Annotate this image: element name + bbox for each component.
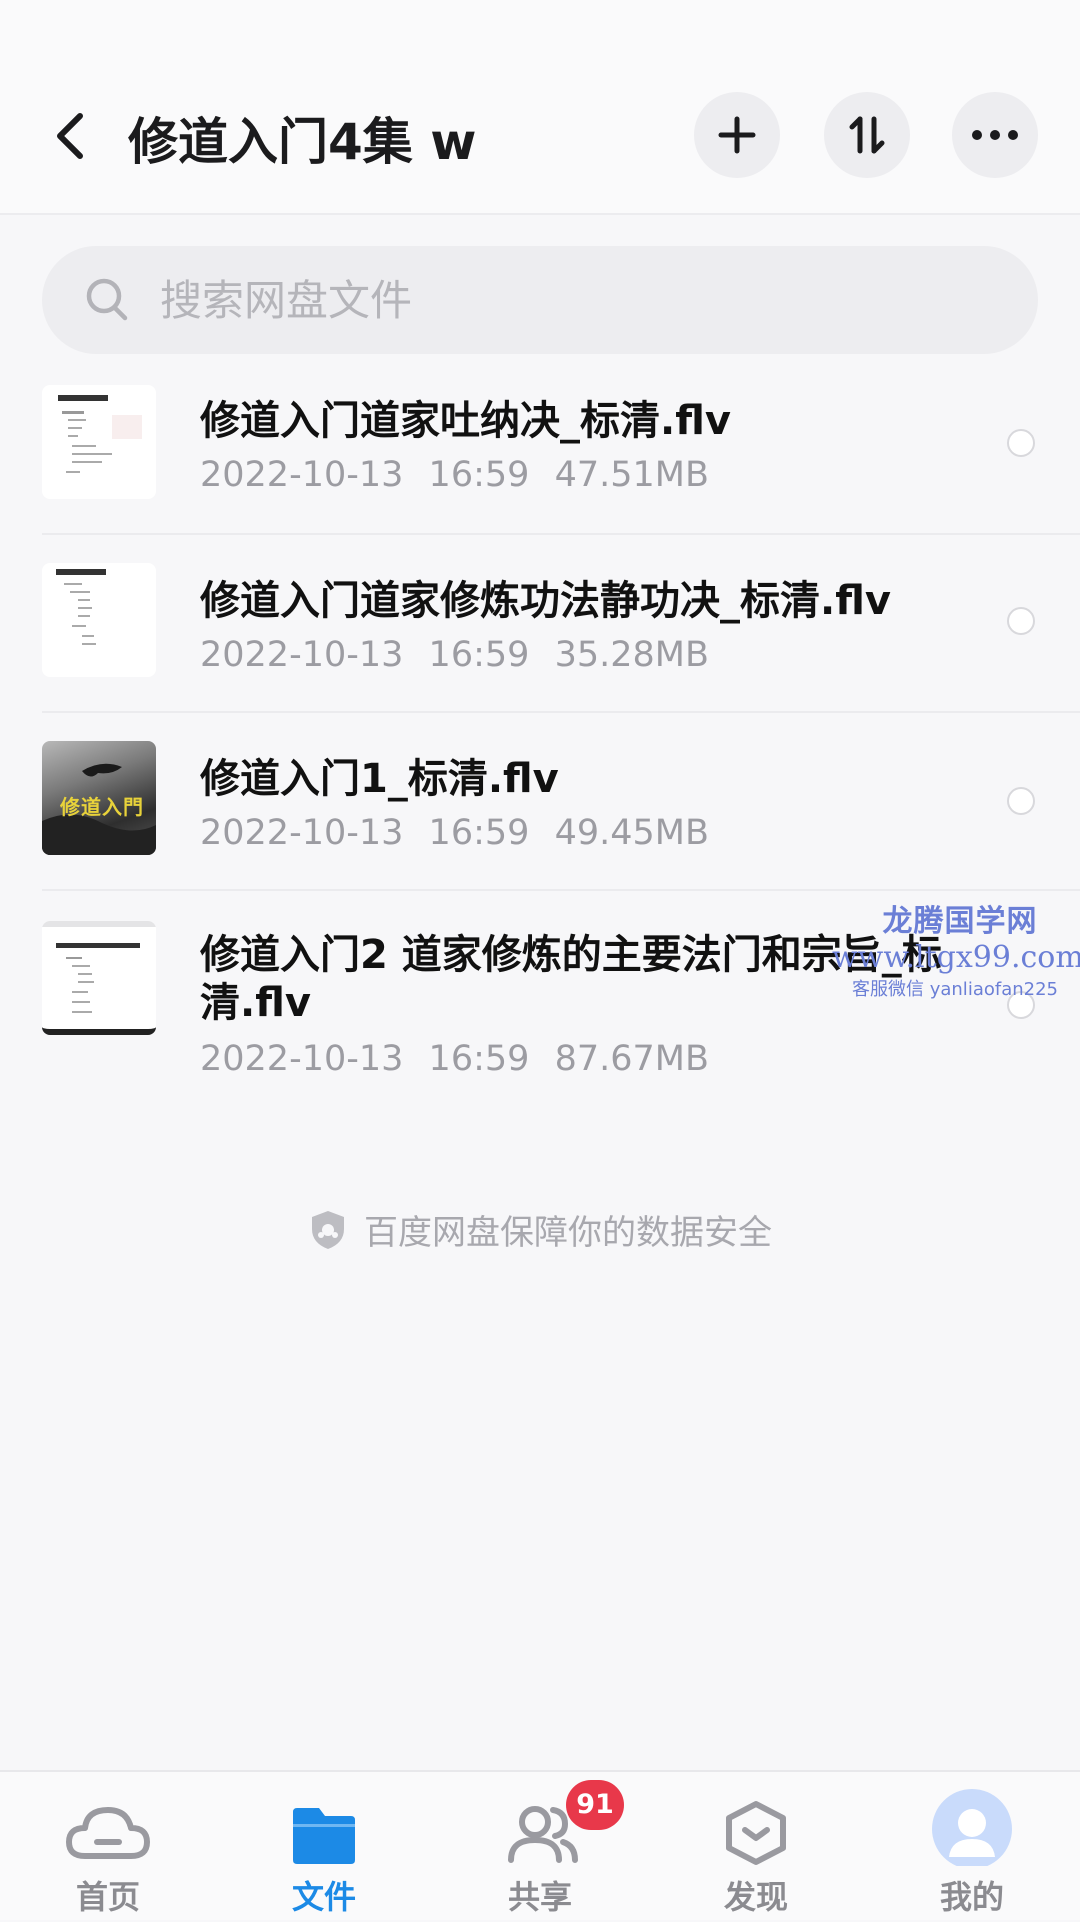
plus-icon xyxy=(718,116,756,154)
file-name: 修道入门道家修炼功法静功决_标清.flv xyxy=(200,578,891,624)
file-time: 16:59 xyxy=(428,1039,530,1079)
cloud-icon xyxy=(66,1807,150,1859)
file-date: 2022-10-13 xyxy=(200,1039,404,1079)
sort-icon xyxy=(849,116,885,154)
tab-label: 首页 xyxy=(75,1878,140,1916)
top-bar: 修道入门4集 w xyxy=(0,0,1080,215)
document-thumbnail xyxy=(42,563,156,677)
tab-label: 我的 xyxy=(939,1878,1004,1916)
select-checkbox[interactable] xyxy=(1007,607,1035,635)
file-meta: 2022-10-13 16:59 87.67MB xyxy=(200,1039,723,1079)
chevron-left-icon xyxy=(57,113,83,159)
watermark-brand: 龙腾国学网 xyxy=(882,904,1038,939)
file-meta: 2022-10-13 16:59 35.28MB xyxy=(200,635,723,675)
discover-icon xyxy=(726,1801,786,1865)
add-button[interactable] xyxy=(694,92,780,178)
file-size: 35.28MB xyxy=(554,635,709,675)
tab-label: 共享 xyxy=(507,1878,572,1916)
file-time: 16:59 xyxy=(428,813,530,853)
file-time: 16:59 xyxy=(428,455,530,495)
search-bar[interactable] xyxy=(42,246,1038,354)
video-thumbnail: 修道入門 xyxy=(42,741,156,855)
folder-icon xyxy=(293,1808,355,1864)
search-icon xyxy=(86,278,128,321)
file-row[interactable]: 修道入门道家吐纳决_标清.flv 2022-10-13 16:59 47.51M… xyxy=(0,355,1080,535)
security-note-text: 百度网盘保障你的数据安全 xyxy=(364,1213,772,1253)
watermark-url: www.ltgx99.com xyxy=(832,940,1080,975)
document-thumbnail xyxy=(42,921,156,1035)
more-icon xyxy=(972,130,1018,140)
page-title: 修道入门4集 w xyxy=(128,113,477,171)
file-size: 47.51MB xyxy=(554,455,709,495)
document-thumbnail xyxy=(42,385,156,499)
tab-home[interactable]: 首页 xyxy=(0,1772,216,1922)
file-name: 修道入门1_标清.flv xyxy=(200,756,559,802)
security-note: 百度网盘保障你的数据安全 xyxy=(0,1205,1080,1254)
bottom-tab-bar: 首页 文件 共享 发现 我的 xyxy=(0,1770,1080,1920)
file-date: 2022-10-13 xyxy=(200,635,404,675)
watermark-contact: 客服微信 yanliaofan225 xyxy=(852,979,1058,1000)
back-button[interactable] xyxy=(48,108,92,164)
tab-label: 发现 xyxy=(723,1878,788,1916)
select-checkbox[interactable] xyxy=(1007,787,1035,815)
file-meta: 2022-10-13 16:59 47.51MB xyxy=(200,455,723,495)
file-size: 87.67MB xyxy=(554,1039,709,1079)
notification-badge: 91 xyxy=(566,1780,624,1830)
watermark: 龙腾国学网 www.ltgx99.com 客服微信 yanliaofan225 xyxy=(832,896,1080,1001)
tab-files[interactable]: 文件 xyxy=(216,1772,432,1922)
file-size: 49.45MB xyxy=(554,813,709,853)
sort-button[interactable] xyxy=(824,92,910,178)
tab-profile[interactable]: 我的 xyxy=(864,1772,1080,1922)
file-row[interactable]: 修道入门道家修炼功法静功决_标清.flv 2022-10-13 16:59 35… xyxy=(0,535,1080,713)
search-input[interactable] xyxy=(158,246,998,354)
file-time: 16:59 xyxy=(428,635,530,675)
file-date: 2022-10-13 xyxy=(200,813,404,853)
file-name: 修道入门道家吐纳决_标清.flv xyxy=(200,398,731,444)
file-row[interactable]: 修道入門 修道入门1_标清.flv 2022-10-13 16:59 49.45… xyxy=(0,713,1080,891)
file-date: 2022-10-13 xyxy=(200,455,404,495)
tab-discover[interactable]: 发现 xyxy=(648,1772,864,1922)
select-checkbox[interactable] xyxy=(1007,429,1035,457)
shield-icon xyxy=(312,1210,344,1249)
tab-label: 文件 xyxy=(291,1878,356,1916)
file-meta: 2022-10-13 16:59 49.45MB xyxy=(200,813,723,853)
more-button[interactable] xyxy=(952,92,1038,178)
thumbnail-caption: 修道入門 xyxy=(60,795,144,819)
avatar-icon xyxy=(932,1789,1012,1866)
